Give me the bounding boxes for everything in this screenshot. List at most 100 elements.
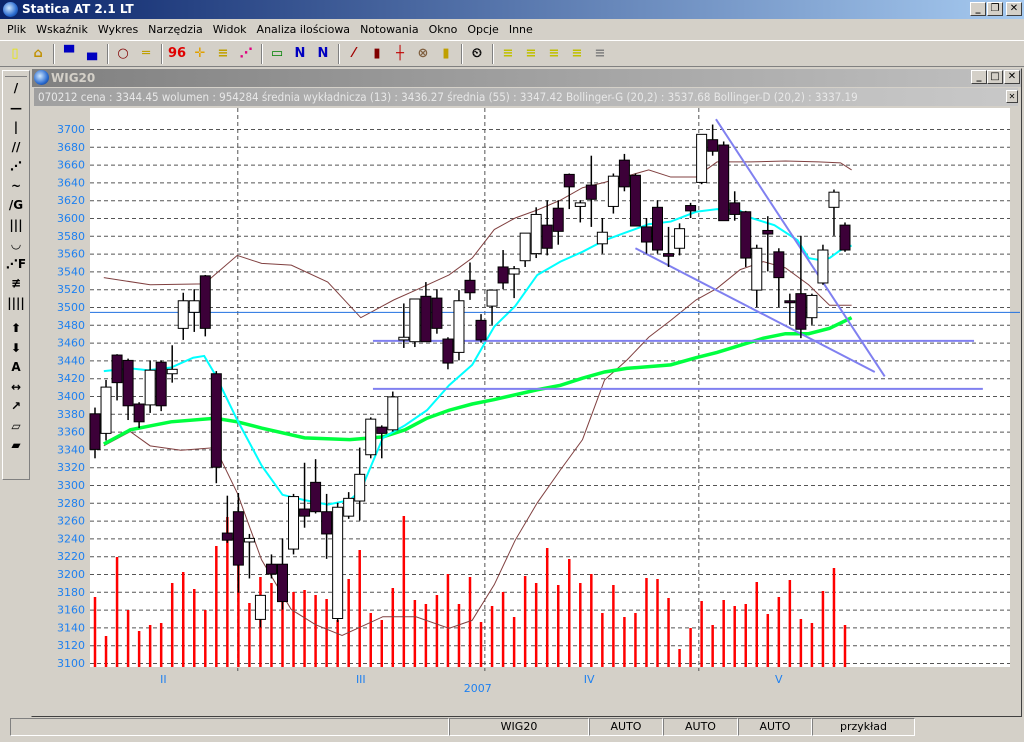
time-zones-tool-button[interactable]: |||| xyxy=(3,294,29,314)
arrow-up-tool-button[interactable]: ⬆ xyxy=(3,319,29,339)
level-1-button[interactable]: ≡ xyxy=(497,43,519,65)
eraser-all-icon: ▰ xyxy=(11,438,21,452)
chart-maximize-button[interactable]: □ xyxy=(987,70,1003,84)
chart-frame-2-button[interactable]: N xyxy=(289,43,311,65)
level-4-button[interactable]: ≡ xyxy=(566,43,588,65)
price-chart[interactable]: 3700 3680 3660 3640 3620 3600 3580 3560 3540 3520… xyxy=(32,107,1022,717)
candle-body xyxy=(817,249,829,284)
y-tick-label: 3560 xyxy=(57,248,85,261)
parallel-lines-tool-button[interactable]: // xyxy=(3,138,29,158)
fibonacci-fan-tool-button[interactable]: ⋰F xyxy=(3,255,29,275)
candle xyxy=(696,133,708,185)
chart-window-button[interactable]: ▀ xyxy=(58,43,80,65)
ohlc-button[interactable]: ┼ xyxy=(389,43,411,65)
bar-chart-icon: ▮ xyxy=(373,46,381,61)
y-tick-label: 3620 xyxy=(57,194,85,207)
y-tick-label: 3680 xyxy=(57,141,85,154)
vertical-line-tool-button[interactable]: | xyxy=(3,118,29,138)
menu-opcje[interactable]: Opcje xyxy=(462,23,504,36)
move-tool-button[interactable]: ↔ xyxy=(3,378,29,398)
horizontal-line-tool-button[interactable]: — xyxy=(3,99,29,119)
candle-body xyxy=(243,537,255,543)
menu-wykres[interactable]: Wykres xyxy=(93,23,143,36)
ruler-button[interactable]: ═ xyxy=(135,43,157,65)
gann-line-tool-button[interactable]: /G xyxy=(3,196,29,216)
lines-button[interactable]: ≡ xyxy=(212,43,234,65)
chart-frame-button[interactable]: ▭ xyxy=(266,43,288,65)
chart-close-button[interactable]: ✕ xyxy=(1004,70,1020,84)
candle-body xyxy=(265,563,277,575)
y-tick-label: 3320 xyxy=(57,461,85,474)
zoom-button[interactable]: ○ xyxy=(112,43,134,65)
y-tick-label: 3380 xyxy=(57,408,85,421)
multi-chart-button[interactable]: ⋰ xyxy=(235,43,257,65)
candle-body xyxy=(740,211,752,259)
menu-notowania[interactable]: Notowania xyxy=(355,23,424,36)
resize-tool-button[interactable]: ↗ xyxy=(3,397,29,417)
text-icon: A xyxy=(11,360,21,374)
new-file-button[interactable]: ▯ xyxy=(4,43,26,65)
level-3-button[interactable]: ≡ xyxy=(543,43,565,65)
cancel-button[interactable]: ⊗ xyxy=(412,43,434,65)
candle xyxy=(199,274,211,337)
minimize-button[interactable]: _ xyxy=(970,2,986,16)
vertical-lines-tool-button[interactable]: ||| xyxy=(3,216,29,236)
open-folder-button[interactable]: ⌂ xyxy=(27,43,49,65)
arrow-down-tool-button[interactable]: ⬇ xyxy=(3,339,29,359)
info-close-button[interactable]: ✕ xyxy=(1006,90,1018,103)
menu-okno[interactable]: Okno xyxy=(424,23,463,36)
crosshair-button[interactable]: ✛ xyxy=(189,43,211,65)
candle-body xyxy=(277,563,288,603)
chart-frame-3-button[interactable]: N xyxy=(312,43,334,65)
line-chart-button[interactable]: ⁄ xyxy=(343,43,365,65)
candlestick-button[interactable]: ▮ xyxy=(435,43,457,65)
y-tick-label: 3140 xyxy=(57,621,85,634)
chart-frame-2-icon: N xyxy=(294,46,306,61)
restore-button[interactable]: ❐ xyxy=(987,2,1003,16)
arcs-tool-button[interactable]: ◡ xyxy=(3,235,29,255)
fan-tool-button[interactable]: ⋰ xyxy=(3,157,29,177)
resize-icon: ↗ xyxy=(10,399,22,413)
eraser-tool-button[interactable]: ▱ xyxy=(3,417,29,437)
menu-plik[interactable]: Plik xyxy=(2,23,31,36)
y-tick-label: 3580 xyxy=(57,230,85,243)
menu-analiza-ilościowa[interactable]: Analiza ilościowa xyxy=(252,23,356,36)
candle xyxy=(453,290,465,361)
text-tool-button[interactable]: A xyxy=(3,358,29,378)
menu-wskaźnik[interactable]: Wskaźnik xyxy=(31,23,93,36)
bar-chart-button[interactable]: ▮ xyxy=(366,43,388,65)
level-2-button[interactable]: ≡ xyxy=(520,43,542,65)
chart-window-alt-button[interactable]: ▄ xyxy=(81,43,103,65)
candle-body xyxy=(100,386,112,434)
close-button[interactable]: ✕ xyxy=(1006,2,1022,16)
candle-body xyxy=(652,206,663,251)
chart-frame-icon: ▭ xyxy=(270,46,284,61)
zigzag-tool-button[interactable]: ~ xyxy=(3,177,29,197)
chart-window-icon xyxy=(34,70,49,85)
candle-body xyxy=(497,266,509,284)
channel-tool-button[interactable]: ≢ xyxy=(3,274,29,294)
chart-minimize-button[interactable]: _ xyxy=(971,70,987,84)
time-zones-icon: |||| xyxy=(7,295,25,310)
y-tick-label: 3520 xyxy=(57,283,85,296)
level-5-button[interactable]: ≡ xyxy=(589,43,611,65)
candle-body xyxy=(89,413,101,450)
candle-body xyxy=(398,336,410,341)
menu-inne[interactable]: Inne xyxy=(504,23,538,36)
arcs-icon: ◡ xyxy=(11,237,21,251)
alarm-clock-button[interactable]: ⏲ xyxy=(466,43,488,65)
trend-line-tool-button[interactable]: / xyxy=(3,79,29,99)
y-tick-label: 3440 xyxy=(57,354,85,367)
toolbar-grip[interactable] xyxy=(5,73,27,77)
candle-body xyxy=(188,300,200,313)
menu-widok[interactable]: Widok xyxy=(208,23,252,36)
candle-body xyxy=(607,175,619,207)
eraser-all-tool-button[interactable]: ▰ xyxy=(3,436,29,456)
candle-body xyxy=(166,368,178,375)
menu-narzędzia[interactable]: Narzędzia xyxy=(143,23,208,36)
y-tick-label: 3640 xyxy=(57,176,85,189)
candle xyxy=(155,360,167,412)
candle-body xyxy=(210,373,222,468)
candle-body xyxy=(828,191,840,208)
numbers-button[interactable]: 96 xyxy=(166,43,188,65)
